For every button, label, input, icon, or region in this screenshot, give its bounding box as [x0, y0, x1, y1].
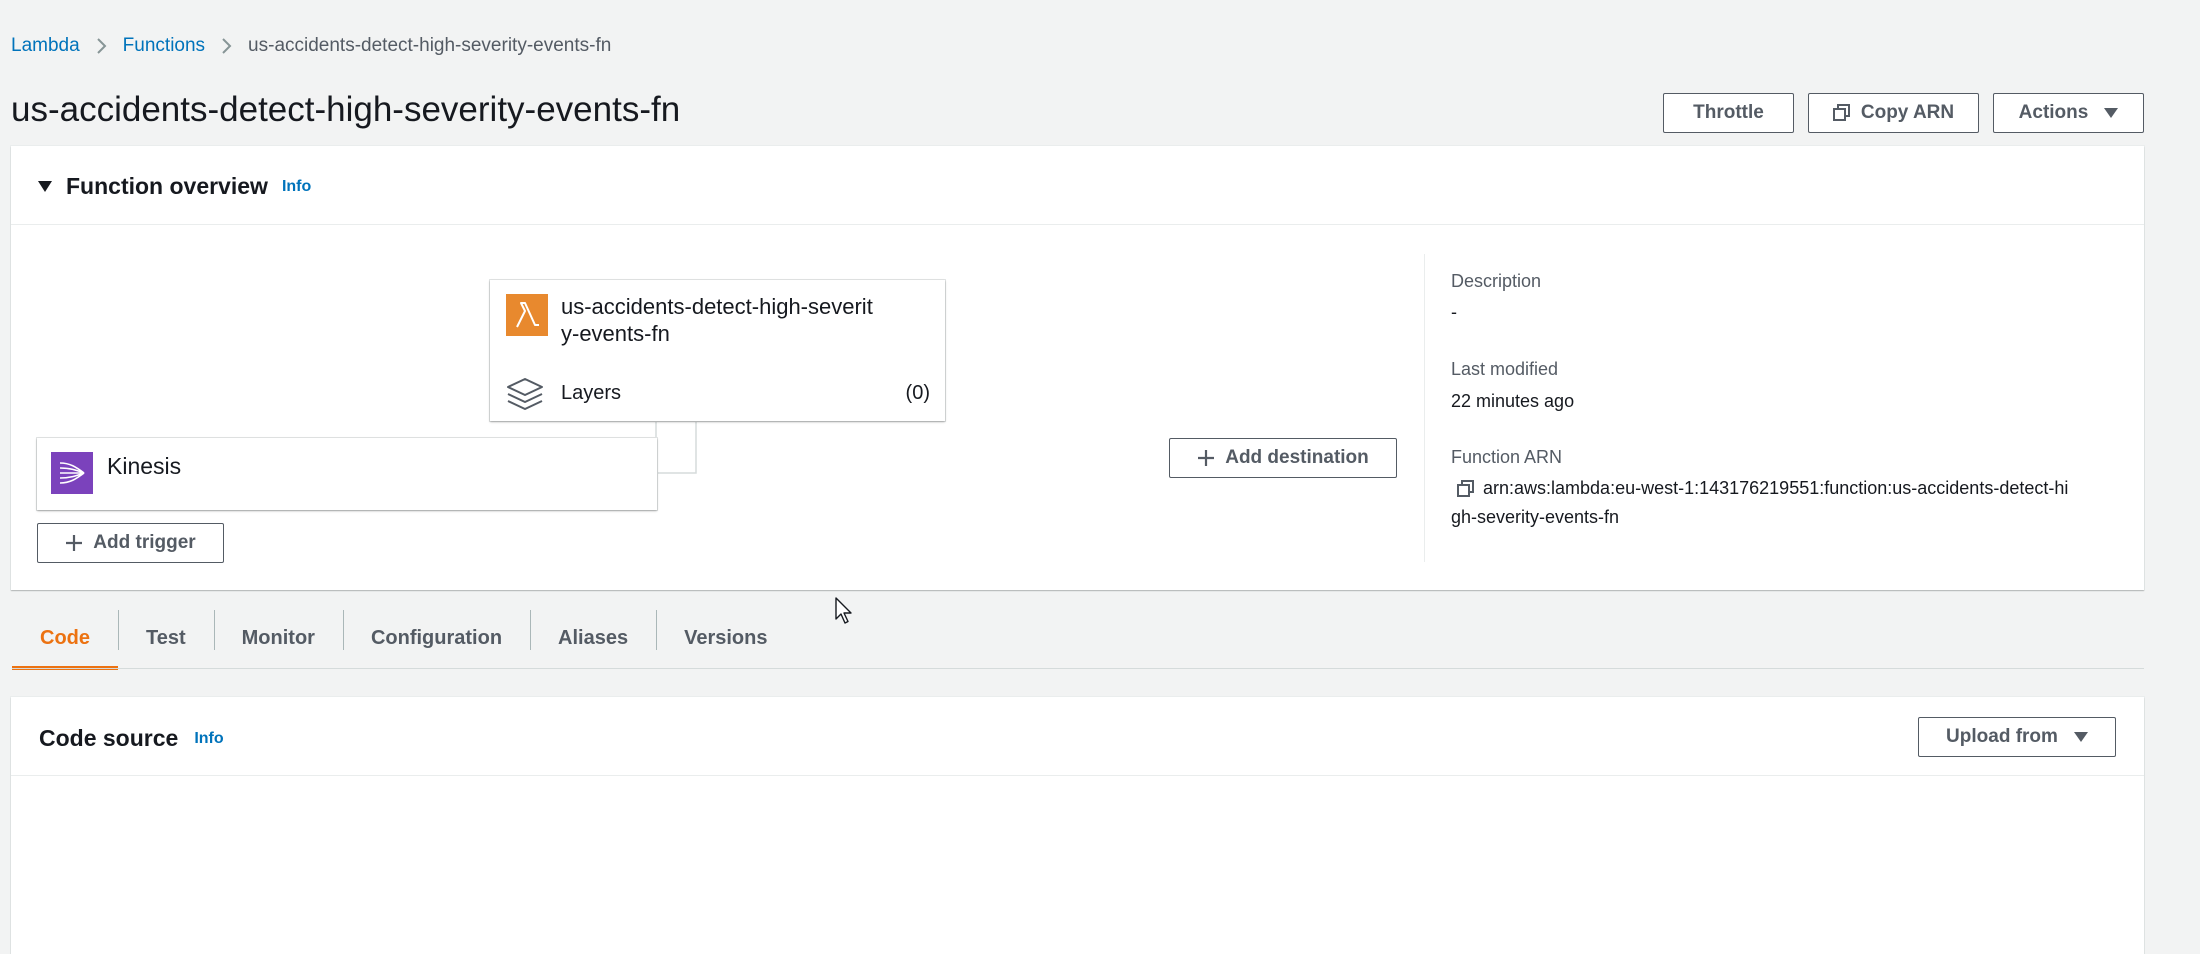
page-title: us-accidents-detect-high-severity-events… [11, 90, 681, 129]
tab-versions[interactable]: Versions [656, 606, 795, 670]
actions-dropdown-button[interactable]: Actions [1993, 93, 2144, 133]
breadcrumb-functions-link[interactable]: Functions [123, 35, 205, 57]
copy-icon [1832, 104, 1851, 122]
add-trigger-label: Add trigger [93, 532, 196, 553]
description-value: - [1451, 302, 1457, 322]
kinesis-icon [51, 452, 93, 494]
function-overview-header[interactable]: Function overview Info [38, 173, 311, 200]
diagram-connector [655, 421, 697, 474]
last-modified-label: Last modified [1451, 359, 1559, 379]
function-tabs: Code Test Monitor Configuration Aliases … [12, 606, 796, 670]
description-label: Description [1451, 271, 1542, 291]
function-overview-panel [11, 146, 2144, 590]
code-source-info-link[interactable]: Info [194, 730, 223, 748]
lambda-icon [506, 294, 548, 336]
panel-divider [11, 775, 2144, 776]
trigger-name: Kinesis [107, 453, 182, 479]
function-card[interactable]: us-accidents-detect-high-severit y-event… [490, 280, 945, 421]
tab-monitor[interactable]: Monitor [213, 606, 343, 670]
tab-label: Monitor [241, 626, 315, 649]
add-destination-button[interactable]: Add destination [1169, 438, 1397, 478]
tab-label: Configuration [370, 626, 503, 649]
upload-from-label: Upload from [1946, 726, 2058, 747]
details-divider [1424, 254, 1425, 562]
tab-label: Code [40, 626, 90, 649]
code-source-title: Code source [39, 725, 179, 751]
mouse-pointer-icon [835, 597, 855, 630]
breadcrumb-current: us-accidents-detect-high-severity-events… [248, 35, 612, 56]
function-arn-label: Function ARN [1451, 447, 1563, 467]
upload-from-dropdown-button[interactable]: Upload from [1918, 717, 2116, 757]
breadcrumb-lambda-link[interactable]: Lambda [11, 35, 80, 57]
copy-icon[interactable] [1457, 480, 1475, 503]
function-arn-line2: gh-severity-events-fn [1451, 507, 1620, 527]
tab-label: Aliases [558, 626, 629, 649]
caret-down-icon [2104, 108, 2119, 118]
layers-icon [505, 376, 545, 417]
function-name-line1: us-accidents-detect-high-severit [561, 294, 873, 319]
layers-label: Layers [561, 382, 622, 404]
add-destination-label: Add destination [1225, 447, 1369, 468]
last-modified-value: 22 minutes ago [1451, 391, 1575, 411]
code-source-header: Code source Info [39, 725, 224, 752]
throttle-button-label: Throttle [1693, 102, 1764, 123]
tab-configuration[interactable]: Configuration [342, 606, 530, 670]
tab-code[interactable]: Code [12, 606, 118, 670]
code-source-panel [11, 697, 2144, 954]
breadcrumb: Lambda Functions us-accidents-detect-hig… [11, 34, 611, 58]
tab-label: Test [146, 626, 186, 649]
function-overview-info-link[interactable]: Info [282, 178, 311, 196]
function-arn-line1: arn:aws:lambda:eu-west-1:143176219551:fu… [1483, 478, 2069, 498]
plus-icon [65, 534, 83, 552]
tab-label: Versions [684, 626, 768, 649]
layers-count: (0) [905, 382, 930, 404]
chevron-right-icon [221, 37, 232, 55]
function-name: us-accidents-detect-high-severit y-event… [561, 293, 873, 347]
tab-aliases[interactable]: Aliases [530, 606, 656, 670]
function-overview-title: Function overview [66, 173, 268, 199]
tab-test[interactable]: Test [118, 606, 214, 670]
plus-icon [1197, 449, 1215, 467]
panel-divider [11, 224, 2144, 225]
caret-down-icon [2073, 732, 2088, 742]
add-trigger-button[interactable]: Add trigger [37, 523, 224, 563]
tabs-divider [12, 668, 2144, 669]
triangle-down-icon[interactable] [38, 181, 52, 192]
chevron-right-icon [96, 37, 107, 55]
throttle-button[interactable]: Throttle [1663, 93, 1794, 133]
trigger-card-kinesis[interactable]: Kinesis [37, 438, 657, 510]
copy-arn-button-label: Copy ARN [1860, 102, 1955, 123]
actions-button-label: Actions [2018, 102, 2089, 123]
function-name-line2: y-events-fn [561, 321, 670, 346]
copy-arn-button[interactable]: Copy ARN [1808, 93, 1979, 133]
